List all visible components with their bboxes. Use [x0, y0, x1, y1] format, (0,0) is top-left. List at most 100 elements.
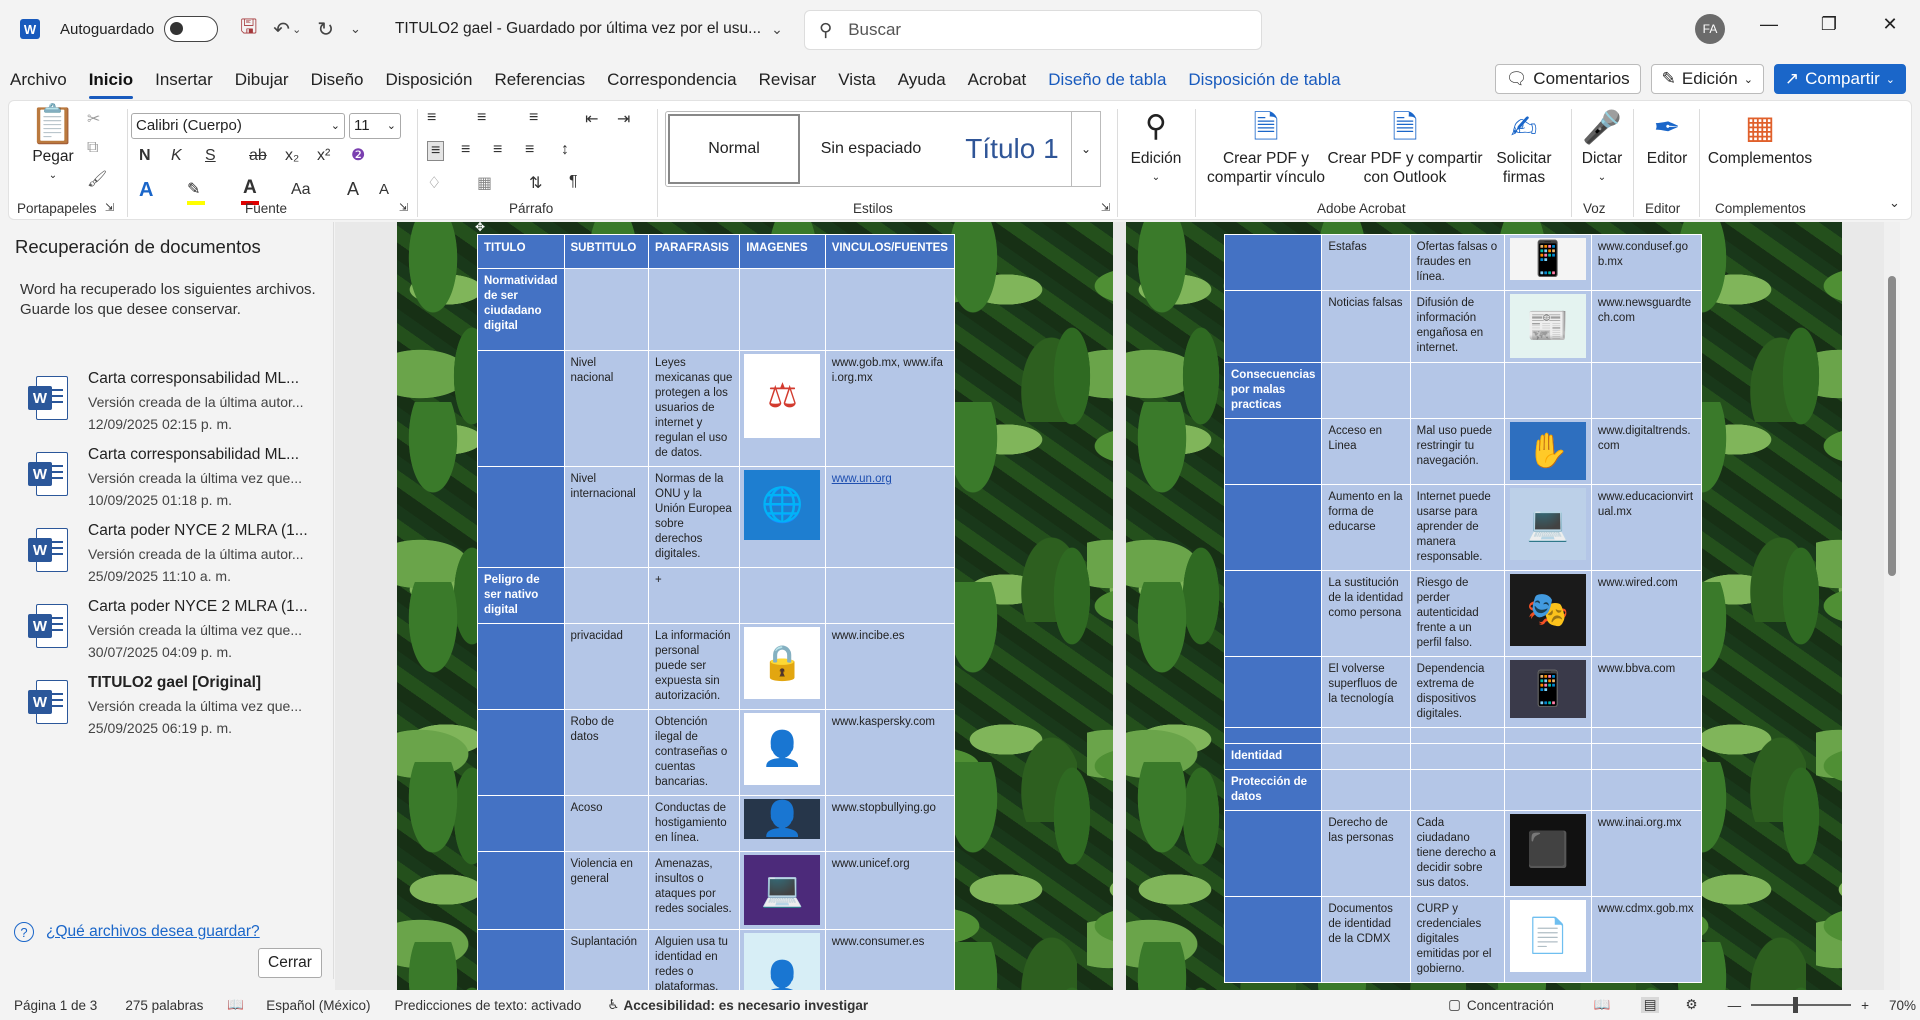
- cell-subtitulo[interactable]: Derecho de las personas: [1321, 810, 1411, 897]
- paste-button[interactable]: 📋 Pegar ⌄: [27, 106, 79, 185]
- vertical-scrollbar[interactable]: [1884, 222, 1900, 990]
- share-button[interactable]: ↗ Compartir ⌄: [1773, 64, 1906, 94]
- dialog-launcher-icon[interactable]: ⇲: [1101, 201, 1110, 214]
- cell-imagen[interactable]: [1503, 769, 1592, 811]
- cell-subtitulo[interactable]: [563, 268, 650, 351]
- style-normal[interactable]: Normal: [668, 114, 800, 184]
- cell-subtitulo[interactable]: Nivel internacional: [563, 466, 650, 568]
- cell-subtitulo[interactable]: Suplantación: [563, 929, 650, 990]
- document-title[interactable]: TITULO2 gael - Guardado por última vez p…: [395, 20, 761, 38]
- cell-imagen[interactable]: ⬛: [1503, 810, 1592, 897]
- font-color-icon[interactable]: A: [243, 177, 257, 199]
- undo-dropdown-icon[interactable]: ⌄: [292, 23, 301, 36]
- cell-imagen[interactable]: ⚖: [739, 350, 826, 467]
- cell-vinculo[interactable]: www.newsguardtech.com: [1590, 290, 1703, 363]
- cell-parafrasis[interactable]: CURP y credenciales digitales emitidas p…: [1409, 896, 1505, 983]
- cell-parafrasis[interactable]: [1409, 743, 1505, 770]
- cell-parafrasis[interactable]: Mal uso puede restringir tu navegación.: [1409, 418, 1505, 485]
- shrink-font-button[interactable]: A: [379, 181, 389, 198]
- cell-parafrasis[interactable]: Riesgo de perder autenticidad frente a u…: [1409, 570, 1505, 657]
- highlight-icon[interactable]: ✎: [187, 179, 200, 199]
- cell-titulo[interactable]: [477, 350, 565, 467]
- cell-titulo[interactable]: [477, 929, 565, 990]
- cell-imagen[interactable]: 👤: [739, 709, 826, 796]
- clear-formatting-icon[interactable]: ❷: [351, 145, 365, 165]
- cell-vinculo[interactable]: www.digitaltrends.com: [1590, 418, 1703, 485]
- grow-font-button[interactable]: A: [347, 179, 359, 200]
- cell-imagen[interactable]: 🌐: [739, 466, 826, 568]
- avatar[interactable]: FA: [1695, 14, 1725, 44]
- cell-titulo[interactable]: [477, 709, 565, 796]
- cell-parafrasis[interactable]: [1409, 727, 1505, 744]
- customize-qat-icon[interactable]: ⌄: [350, 21, 361, 37]
- tab-ayuda[interactable]: Ayuda: [887, 70, 957, 90]
- cell-imagen[interactable]: 📱: [1503, 234, 1592, 291]
- dictate-button[interactable]: 🎤 Dictar ⌄: [1573, 109, 1631, 187]
- cell-imagen[interactable]: 📄: [1503, 896, 1592, 983]
- tab-disposición-de-tabla[interactable]: Disposición de tabla: [1177, 70, 1351, 90]
- styles-more-button[interactable]: ⌄: [1071, 111, 1101, 187]
- focus-mode[interactable]: Concentración: [1467, 998, 1554, 1013]
- cell-titulo[interactable]: Normatividad de ser ciudadano digital: [477, 268, 565, 351]
- cell-imagen[interactable]: 👤: [739, 929, 826, 990]
- cell-titulo[interactable]: [477, 795, 565, 852]
- read-mode-icon[interactable]: 📖: [1594, 997, 1611, 1013]
- cell-imagen[interactable]: 🎭: [1503, 570, 1592, 657]
- cell-titulo[interactable]: [1223, 234, 1323, 291]
- cell-titulo[interactable]: [477, 623, 565, 710]
- font-name-box[interactable]: Calibri (Cuerpo) ⌄: [131, 113, 345, 139]
- multilevel-list-icon[interactable]: ≡: [529, 109, 538, 127]
- cell-parafrasis[interactable]: Difusión de información engañosa en inte…: [1409, 290, 1505, 363]
- tab-vista[interactable]: Vista: [827, 70, 887, 90]
- align-left-icon[interactable]: ≡: [427, 141, 445, 161]
- accessibility-status[interactable]: Accesibilidad: es necesario investigar: [623, 998, 868, 1013]
- create-pdf-outlook-button[interactable]: 🗎 Crear PDF y compartir con Outlook: [1325, 109, 1485, 187]
- request-signatures-button[interactable]: ✍ Solicitar firmas: [1483, 109, 1565, 187]
- cell-subtitulo[interactable]: Robo de datos: [563, 709, 650, 796]
- cell-vinculo[interactable]: [824, 268, 956, 351]
- show-marks-icon[interactable]: ¶: [569, 173, 578, 191]
- text-effects-icon[interactable]: A: [139, 179, 153, 202]
- cell-subtitulo[interactable]: [563, 567, 650, 624]
- justify-icon[interactable]: ≡: [525, 141, 534, 159]
- title-chevron-icon[interactable]: ⌄: [771, 21, 783, 38]
- cell-parafrasis[interactable]: Normas de la ONU y la Unión Europea sobr…: [648, 466, 741, 568]
- close-pane-button[interactable]: Cerrar: [258, 948, 322, 978]
- copy-icon[interactable]: ⧉: [87, 139, 98, 157]
- cell-titulo[interactable]: Protección de datos: [1223, 769, 1323, 811]
- cell-parafrasis[interactable]: Alguien usa tu identidad en redes o plat…: [648, 929, 741, 990]
- zoom-slider-thumb[interactable]: [1793, 997, 1799, 1013]
- recovered-file-item[interactable]: W Carta corresponsabilidad ML... Versión c…: [0, 366, 334, 442]
- tab-correspondencia[interactable]: Correspondencia: [596, 70, 747, 90]
- cell-subtitulo[interactable]: [1321, 727, 1411, 744]
- help-link-text[interactable]: ¿Qué archivos desea guardar?: [46, 923, 260, 941]
- autosave-toggle[interactable]: [164, 16, 219, 42]
- cell-subtitulo[interactable]: Violencia en general: [563, 851, 650, 930]
- cell-titulo[interactable]: [477, 851, 565, 930]
- cell-titulo[interactable]: [1223, 290, 1323, 363]
- cell-titulo[interactable]: [477, 466, 565, 568]
- cell-subtitulo[interactable]: [1321, 769, 1411, 811]
- zoom-in-icon[interactable]: +: [1861, 998, 1869, 1013]
- cell-subtitulo[interactable]: privacidad: [563, 623, 650, 710]
- cell-parafrasis[interactable]: Obtención ilegal de contraseñas o cuenta…: [648, 709, 741, 796]
- help-link[interactable]: ? ¿Qué archivos desea guardar?: [14, 922, 260, 942]
- change-case-button[interactable]: Aa: [291, 181, 311, 199]
- cell-titulo[interactable]: [1223, 656, 1323, 728]
- cell-imagen[interactable]: [739, 567, 826, 624]
- scrollbar-thumb[interactable]: [1888, 276, 1896, 576]
- sort-icon[interactable]: ⇅: [529, 173, 542, 193]
- cell-parafrasis[interactable]: Ofertas falsas o fraudes en línea.: [1409, 234, 1505, 291]
- cell-titulo[interactable]: [1223, 727, 1323, 744]
- word-count[interactable]: 275 palabras: [125, 998, 203, 1013]
- strikethrough-button[interactable]: ab: [249, 147, 267, 165]
- cell-subtitulo[interactable]: Aumento en la forma de educarse: [1321, 484, 1411, 571]
- cell-subtitulo[interactable]: [1321, 362, 1411, 419]
- cell-titulo[interactable]: [1223, 896, 1323, 983]
- recovered-file-item[interactable]: W Carta poder NYCE 2 MLRA (1... Versión cr…: [0, 518, 334, 594]
- cell-vinculo[interactable]: [1590, 769, 1703, 811]
- cell-titulo[interactable]: [1223, 810, 1323, 897]
- recovered-file-item[interactable]: W Carta corresponsabilidad ML... Versión c…: [0, 442, 334, 518]
- cell-vinculo[interactable]: www.un.org: [824, 466, 956, 568]
- italic-button[interactable]: K: [171, 147, 182, 165]
